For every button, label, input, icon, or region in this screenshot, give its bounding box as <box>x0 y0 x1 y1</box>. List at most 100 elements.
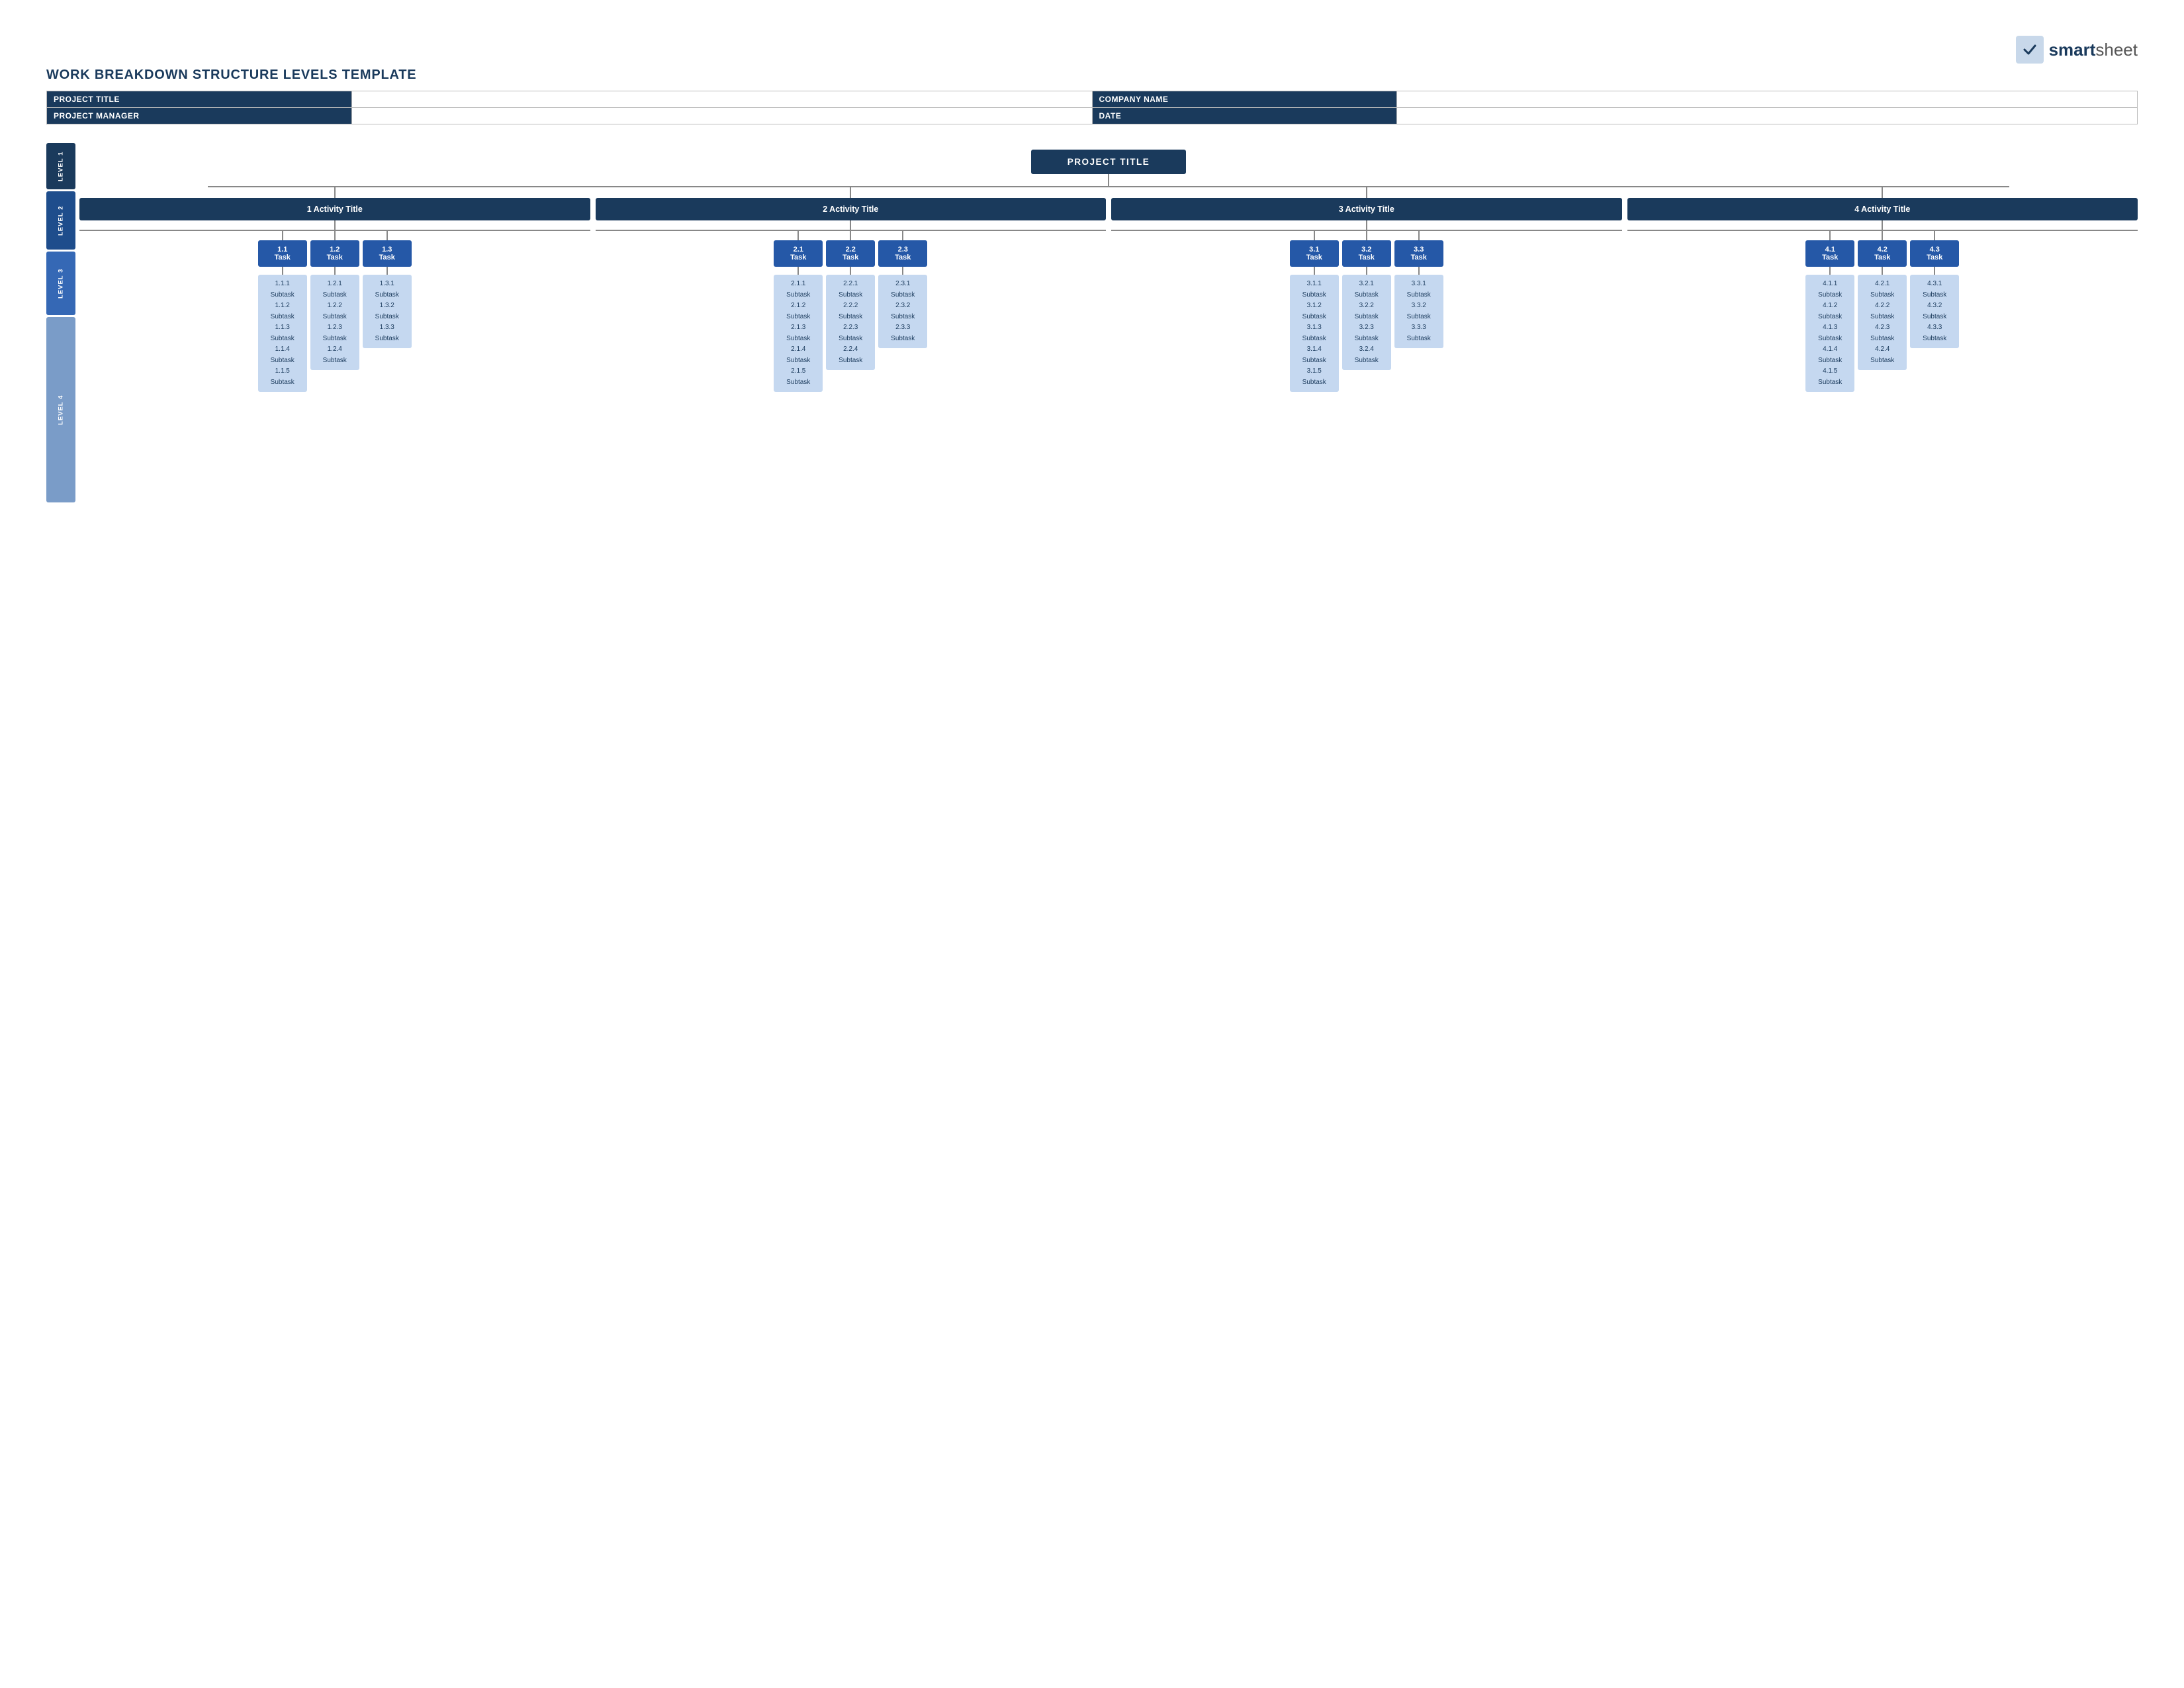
connector-vertical <box>1418 267 1420 275</box>
meta-label-company-name: COMPANY NAME <box>1092 91 1397 108</box>
meta-label-project-title: PROJECT TITLE <box>47 91 352 108</box>
connector-vertical <box>850 267 851 275</box>
sidebar-level-2: LEVEL 2 <box>46 191 75 250</box>
activity-box-2: 2 Activity Title <box>596 198 1107 220</box>
sidebar-level-1: LEVEL 1 <box>46 143 75 189</box>
subtask-box-t41: 4.1.1Subtask4.1.2Subtask4.1.3Subtask4.1.… <box>1805 275 1854 392</box>
connector-vertical <box>902 231 903 240</box>
task-box-t31: 3.1Task <box>1290 240 1339 267</box>
meta-val-project-title <box>351 91 1092 108</box>
task-hline-4 <box>1627 230 2138 231</box>
meta-table: PROJECT TITLE COMPANY NAME PROJECT MANAG… <box>46 91 2138 124</box>
logo-text: smartsheet <box>2049 40 2138 60</box>
activity-group-4: 4 Activity Title 4.1Task 4.1.1Subtask4.1.2… <box>1627 187 2138 392</box>
connector-vertical <box>902 267 903 275</box>
project-title-box: PROJECT TITLE <box>1031 150 1187 174</box>
connector-vertical <box>1366 231 1367 240</box>
row-level1: PROJECT TITLE <box>79 143 2138 174</box>
connector-vertical <box>1314 267 1315 275</box>
connector-vertical <box>334 187 336 198</box>
task-group-3-1: 3.1Task 3.1.1Subtask3.1.2Subtask3.1.3Subt… <box>1290 231 1339 392</box>
subtask-box-t31: 3.1.1Subtask3.1.2Subtask3.1.3Subtask3.1.… <box>1290 275 1339 392</box>
connector-vertical <box>1366 220 1367 230</box>
tasks-row-1: 1.1Task 1.1.1Subtask1.1.2Subtask1.1.3Subt… <box>79 231 590 392</box>
meta-label-date: DATE <box>1092 108 1397 124</box>
task-group-1-3: 1.3Task1.3.1Subtask1.3.2Subtask1.3.3Subt… <box>363 231 412 348</box>
meta-val-date <box>1397 108 2138 124</box>
subtask-box-t11: 1.1.1Subtask1.1.2Subtask1.1.3Subtask1.1.… <box>258 275 307 392</box>
connector-vertical <box>1934 267 1935 275</box>
wbs-body: PROJECT TITLE 1 Activity Title 1.1Task 1.1.… <box>79 143 2138 504</box>
connector-vertical <box>850 220 851 230</box>
page-title: WORK BREAKDOWN STRUCTURE LEVELS TEMPLATE <box>46 68 2138 83</box>
task-box-t32: 3.2Task <box>1342 240 1391 267</box>
connector-vertical <box>334 220 336 230</box>
tasks-row-2: 2.1Task 2.1.1Subtask2.1.2Subtask2.1.3Subt… <box>596 231 1107 392</box>
activity-box-1: 1 Activity Title <box>79 198 590 220</box>
smartsheet-checkmark-icon <box>2021 40 2039 59</box>
connector-vertical <box>850 231 851 240</box>
task-box-t23: 2.3Task <box>878 240 927 267</box>
tasks-row-4: 4.1Task 4.1.1Subtask4.1.2Subtask4.1.3Subt… <box>1627 231 2138 392</box>
task-group-1-1: 1.1Task 1.1.1Subtask1.1.2Subtask1.1.3Subt… <box>258 231 307 392</box>
task-box-t13: 1.3Task <box>363 240 412 267</box>
activity-group-2: 2 Activity Title 2.1Task 2.1.1Subtask2.1.2… <box>596 187 1107 392</box>
task-box-t11: 1.1Task <box>258 240 307 267</box>
task-box-t43: 4.3Task <box>1910 240 1959 267</box>
connector-vertical <box>1366 267 1367 275</box>
subtask-box-t12: 1.2.1Subtask1.2.2Subtask1.2.3Subtask1.2.… <box>310 275 359 370</box>
subtask-box-t43: 4.3.1Subtask4.3.2Subtask4.3.3Subtask <box>1910 275 1959 348</box>
wbs-sidebar: LEVEL 1LEVEL 2LEVEL 3LEVEL 4 <box>46 143 75 504</box>
task-box-t22: 2.2Task <box>826 240 875 267</box>
connector-vertical <box>1934 231 1935 240</box>
all-activities-wrap: 1 Activity Title 1.1Task 1.1.1Subtask1.1.2… <box>79 187 2138 392</box>
activity-group-3: 3 Activity Title 3.1Task 3.1.1Subtask3.1.2… <box>1111 187 1622 392</box>
wbs-diagram: LEVEL 1LEVEL 2LEVEL 3LEVEL 4 PROJECT TIT… <box>46 143 2138 504</box>
task-group-4-1: 4.1Task 4.1.1Subtask4.1.2Subtask4.1.3Subt… <box>1805 231 1854 392</box>
task-group-2-3: 2.3Task2.3.1Subtask2.3.2Subtask2.3.3Subt… <box>878 231 927 348</box>
task-box-t33: 3.3Task <box>1394 240 1443 267</box>
connector-vertical <box>1314 231 1315 240</box>
task-group-1-2: 1.2Task 1.2.1Subtask1.2.2Subtask1.2.3Subt… <box>310 231 359 370</box>
task-group-2-2: 2.2Task 2.2.1Subtask2.2.2Subtask2.2.3Subt… <box>826 231 875 370</box>
task-box-t12: 1.2Task <box>310 240 359 267</box>
subtask-box-t22: 2.2.1Subtask2.2.2Subtask2.2.3Subtask2.2.… <box>826 275 875 370</box>
meta-val-company-name <box>1397 91 2138 108</box>
meta-row-2: PROJECT MANAGER DATE <box>47 108 2138 124</box>
connector-vertical <box>1882 267 1883 275</box>
meta-val-project-manager <box>351 108 1092 124</box>
logo-light: sheet <box>2095 40 2138 60</box>
task-hline-2 <box>596 230 1107 231</box>
task-group-3-3: 3.3Task3.3.1Subtask3.3.2Subtask3.3.3Subt… <box>1394 231 1443 348</box>
connector-vertical <box>1882 220 1883 230</box>
task-group-3-2: 3.2Task 3.2.1Subtask3.2.2Subtask3.2.3Subt… <box>1342 231 1391 370</box>
activity-group-1: 1 Activity Title 1.1Task 1.1.1Subtask1.1.2… <box>79 187 590 392</box>
subtask-box-t32: 3.2.1Subtask3.2.2Subtask3.2.3Subtask3.2.… <box>1342 275 1391 370</box>
connector-vertical <box>797 267 799 275</box>
connector-vertical <box>334 231 336 240</box>
task-box-t42: 4.2Task <box>1858 240 1907 267</box>
activity-box-3: 3 Activity Title <box>1111 198 1622 220</box>
activity-box-4: 4 Activity Title <box>1627 198 2138 220</box>
sidebar-level-4: LEVEL 4 <box>46 317 75 502</box>
meta-label-project-manager: PROJECT MANAGER <box>47 108 352 124</box>
connector-vertical <box>1829 231 1831 240</box>
task-box-t41: 4.1Task <box>1805 240 1854 267</box>
connector-vertical <box>387 231 388 240</box>
connector-and-acts: 1 Activity Title 1.1Task 1.1.1Subtask1.1.2… <box>79 186 2138 392</box>
connector-vertical <box>1882 187 1883 198</box>
subtask-box-t21: 2.1.1Subtask2.1.2Subtask2.1.3Subtask2.1.… <box>774 275 823 392</box>
logo-bold: smart <box>2049 40 2096 60</box>
connector-vertical <box>1829 267 1831 275</box>
logo-icon-wrap <box>2016 36 2044 64</box>
connector-vertical <box>850 187 851 198</box>
smartsheet-logo: smartsheet <box>2016 36 2138 64</box>
task-box-t21: 2.1Task <box>774 240 823 267</box>
connector-vertical <box>1366 187 1367 198</box>
meta-row-1: PROJECT TITLE COMPANY NAME <box>47 91 2138 108</box>
page: smartsheet WORK BREAKDOWN STRUCTURE LEVE… <box>26 20 2158 520</box>
task-hline-3 <box>1111 230 1622 231</box>
task-hline-1 <box>79 230 590 231</box>
task-group-2-1: 2.1Task 2.1.1Subtask2.1.2Subtask2.1.3Subt… <box>774 231 823 392</box>
connector-vertical <box>1418 231 1420 240</box>
